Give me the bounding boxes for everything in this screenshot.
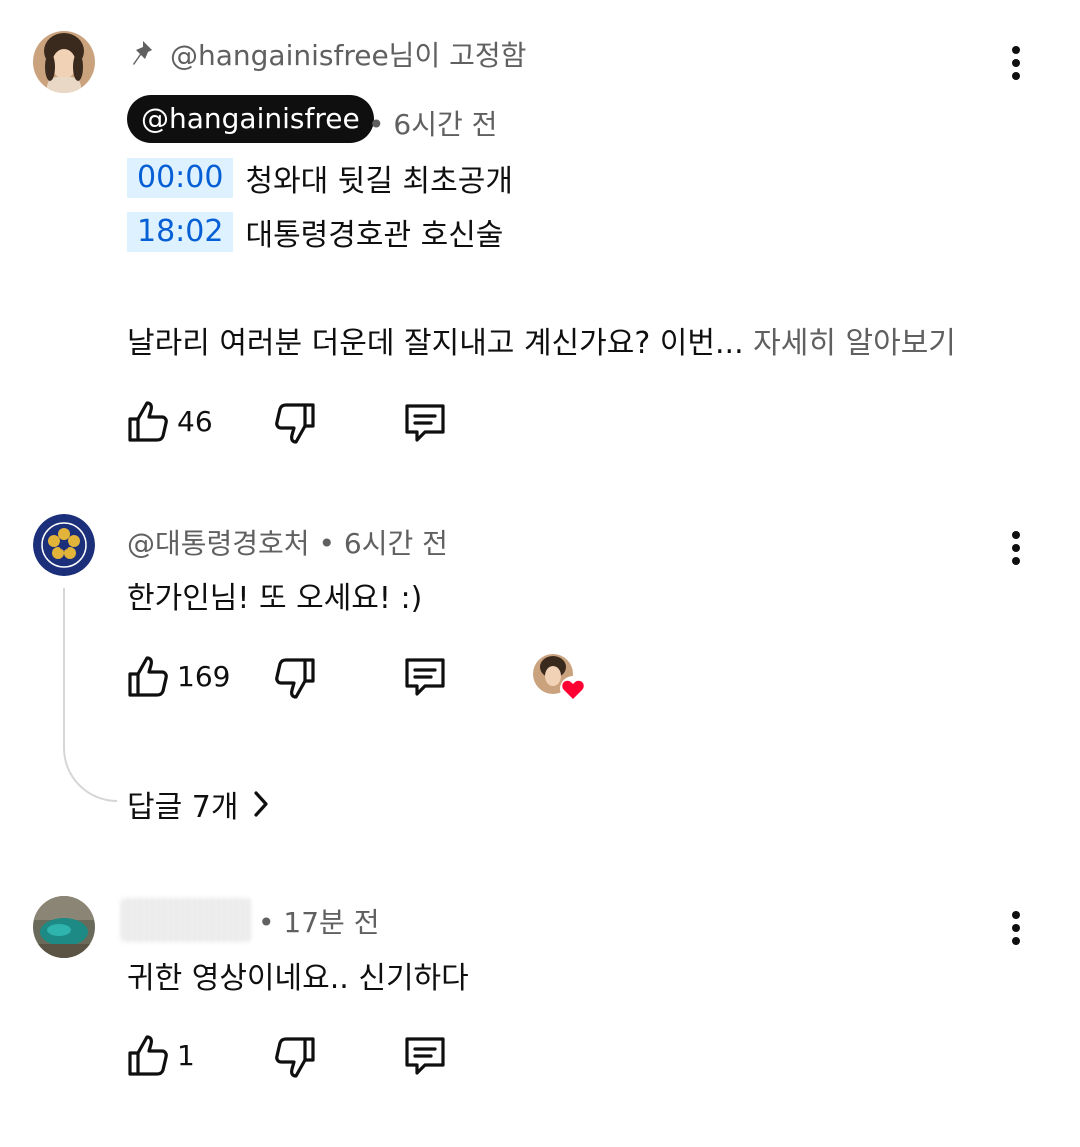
kebab-menu-icon: [1012, 531, 1020, 539]
chevron-right-icon: [254, 791, 269, 817]
reply-button[interactable]: [403, 402, 447, 444]
comment2-author[interactable]: @대통령경호처: [127, 527, 310, 560]
creator-heart-badge: [533, 654, 589, 704]
thumbs-up-icon: [128, 401, 168, 442]
comment1-text: 날라리 여러분 더운데 잘지내고 계신가요? 이번...: [127, 326, 744, 361]
dislike-button[interactable]: [274, 1036, 316, 1080]
like-count: 46: [177, 404, 213, 438]
comment2-body: 한가인님! 또 오세요! :): [127, 581, 423, 616]
comment-icon: [405, 1037, 445, 1075]
comment1-more-button[interactable]: [1010, 46, 1022, 85]
comment1-author-handle[interactable]: @hangainisfree: [127, 95, 374, 143]
avatar-woman-image: [33, 31, 95, 93]
comment2-author-meta: @대통령경호처 • 6시간 전: [127, 522, 448, 562]
comment-icon: [405, 658, 445, 696]
chapter-title: 청와대 뒷길 최초공개: [245, 164, 513, 199]
pinned-by-line: @hangainisfree님이 고정함: [130, 34, 526, 74]
thumbs-up-icon: [128, 656, 168, 697]
creator-avatar-small: [533, 654, 586, 702]
kebab-menu-icon: [1012, 46, 1020, 54]
chapter-title: 대통령경호관 호신술: [245, 218, 504, 253]
kebab-menu-icon: [1012, 911, 1020, 919]
like-count: 1: [177, 1038, 195, 1072]
comment2-more-button[interactable]: [1010, 531, 1022, 570]
view-replies-button[interactable]: 답글 7개: [127, 782, 270, 826]
like-button[interactable]: 1: [127, 1033, 195, 1077]
comment2-time: • 6시간 전: [318, 527, 448, 560]
dislike-button[interactable]: [274, 657, 316, 701]
read-more-link[interactable]: 자세히 알아보기: [753, 326, 956, 361]
like-button[interactable]: 46: [127, 399, 213, 443]
pinned-by-text: @hangainisfree님이 고정함: [170, 39, 527, 72]
dislike-button[interactable]: [274, 402, 316, 446]
blurred-author-name: [121, 898, 251, 942]
comment3-avatar[interactable]: [33, 896, 95, 958]
presidential-security-emblem-icon: [33, 514, 95, 576]
heart-icon: [560, 676, 586, 702]
comment1-time: • 6시간 전: [368, 108, 498, 141]
reply-button[interactable]: [403, 1035, 447, 1077]
chapter-row: 18:02 대통령경호관 호신술: [127, 210, 503, 254]
timestamp-link[interactable]: 18:02: [127, 212, 234, 252]
comment1-body: 날라리 여러분 더운데 잘지내고 계신가요? 이번... 자세히 알아보기: [127, 318, 956, 362]
thumbs-up-icon: [128, 1035, 168, 1076]
comment3-body: 귀한 영상이네요.. 신기하다: [127, 961, 469, 996]
like-button[interactable]: 169: [127, 654, 230, 698]
timestamp-link[interactable]: 00:00: [127, 158, 234, 198]
like-count: 169: [177, 659, 231, 693]
reply-button[interactable]: [403, 656, 447, 698]
chapter-row: 00:00 청와대 뒷길 최초공개: [127, 156, 513, 200]
comment1-avatar[interactable]: [33, 31, 95, 93]
comment3-more-button[interactable]: [1010, 911, 1022, 950]
avatar-landscape-image: [33, 896, 95, 958]
comment3-time: • 17분 전: [258, 906, 380, 939]
replies-label: 답글 7개: [127, 790, 239, 825]
reply-thread-line: [63, 588, 117, 802]
thumbs-down-icon: [275, 403, 315, 444]
comment-icon: [405, 404, 445, 442]
thumbs-down-icon: [275, 658, 315, 699]
thumbs-down-icon: [275, 1037, 315, 1078]
comment2-avatar[interactable]: [33, 514, 95, 576]
pin-icon: [133, 41, 152, 65]
